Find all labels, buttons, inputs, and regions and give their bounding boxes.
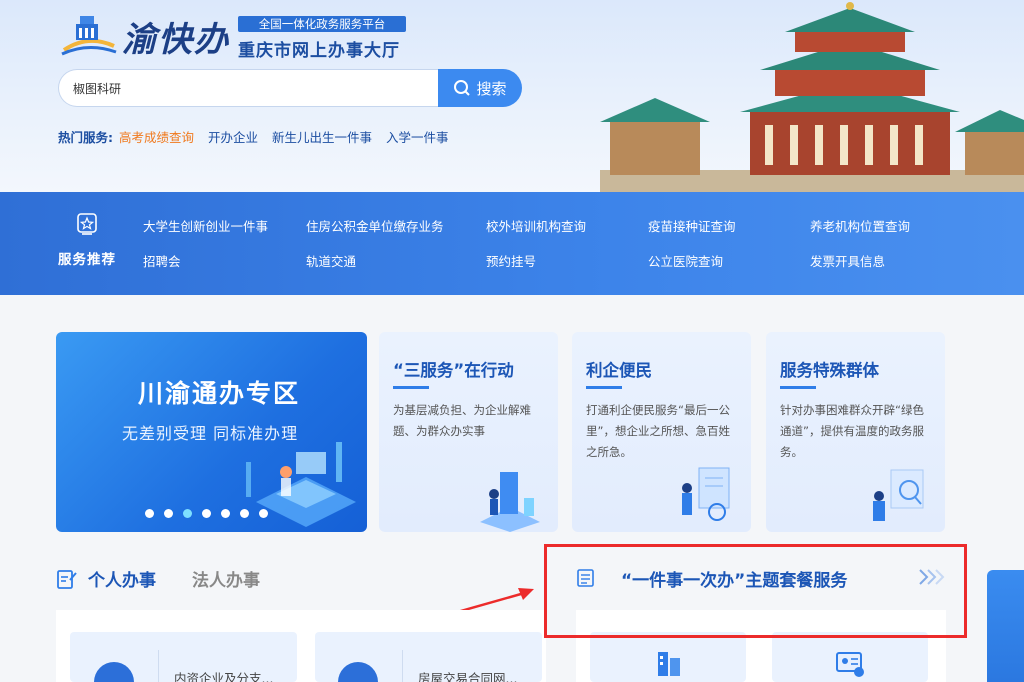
hot-service-link[interactable]: 开办企业	[208, 127, 258, 146]
card-description: 针对办事困难群众开辟“绿色通道”，提供有温度的政务服务。	[780, 403, 924, 459]
service-link[interactable]: 公立医院查询	[648, 251, 723, 270]
people-illustration	[480, 472, 540, 532]
carousel-dots	[145, 509, 268, 518]
logo-icon	[61, 16, 117, 56]
service-link[interactable]: 疫苗接种证查询	[648, 216, 736, 235]
carousel-dot[interactable]	[202, 509, 211, 518]
hot-services-label: 热门服务:	[58, 130, 113, 145]
star-badge-icon	[77, 213, 97, 235]
document-illustration	[682, 467, 730, 521]
hot-services: 热门服务: 高考成绩查询 开办企业 新生儿出生一件事 入学一件事	[58, 127, 449, 146]
service-recommend-band: 服务推荐 大学生创新创业一件事 住房公积金单位缴存业务 校外培训机构查询 疫苗接…	[0, 192, 1024, 295]
side-floating-tab[interactable]	[987, 570, 1024, 682]
carousel-dot[interactable]	[221, 509, 230, 518]
card-underline	[393, 386, 429, 389]
edit-doc-icon	[57, 569, 77, 589]
service-recommend-title: 服务推荐	[56, 212, 118, 268]
card-title: 利企便民	[586, 361, 652, 380]
search-button[interactable]: 搜索	[438, 69, 522, 107]
carousel-dot[interactable]	[259, 509, 268, 518]
service-item-label: 内资企业及分支...	[174, 671, 274, 682]
tab-legal-entity[interactable]: 法人办事	[192, 566, 260, 591]
card-underline	[586, 386, 622, 389]
service-link[interactable]: 招聘会	[143, 251, 181, 270]
hot-service-link[interactable]: 入学一件事	[386, 127, 449, 146]
service-link[interactable]: 住房公积金单位缴存业务	[306, 216, 444, 235]
chuanyu-carousel-banner[interactable]: 川渝通办专区 无差别受理 同标准办理	[56, 332, 367, 532]
building-icon	[658, 652, 680, 676]
service-link[interactable]: 大学生创新创业一件事	[143, 216, 268, 235]
platform-tagline: 全国一体化政务服务平台	[238, 16, 406, 32]
palace-illustration	[600, 2, 1024, 192]
service-link[interactable]: 养老机构位置查询	[810, 216, 910, 235]
tab-personal[interactable]: 个人办事	[88, 566, 156, 591]
carousel-dot[interactable]	[240, 509, 249, 518]
card-benefit-enterprise[interactable]: 利企便民 打通利企便民服务“最后一公里”，想企业之所想、急百姓之所急。	[572, 332, 751, 532]
highlight-box	[544, 544, 967, 638]
card-description: 打通利企便民服务“最后一公里”，想企业之所想、急百姓之所急。	[586, 403, 730, 459]
divider	[158, 650, 159, 682]
carousel-dot[interactable]	[164, 509, 173, 518]
brand-logo-text: 渝快办	[122, 20, 230, 60]
divider	[402, 650, 403, 682]
service-item-label: 房屋交易合同网...	[418, 671, 518, 682]
carousel-dot[interactable]	[183, 509, 192, 518]
site-header: 渝快办 全国一体化政务服务平台 重庆市网上办事大厅 搜索 热门服务: 高考成绩查…	[0, 0, 1024, 192]
service-link[interactable]: 发票开具信息	[810, 251, 885, 270]
service-link[interactable]: 轨道交通	[306, 251, 356, 270]
service-link[interactable]: 预约挂号	[486, 251, 536, 270]
service-tabs: 个人办事 法人办事	[56, 566, 260, 591]
card-description: 为基层减负担、为企业解难题、为群众办实事	[393, 403, 531, 438]
card-title: 服务特殊群体	[780, 361, 879, 380]
carousel-title: 川渝通办专区	[138, 379, 301, 408]
id-card-icon	[836, 652, 864, 677]
service-link[interactable]: 校外培训机构查询	[486, 216, 586, 235]
hot-service-link[interactable]: 高考成绩查询	[119, 127, 194, 146]
carousel-dot[interactable]	[145, 509, 154, 518]
card-special-groups[interactable]: 服务特殊群体 针对办事困难群众开辟“绿色通道”，提供有温度的政务服务。	[766, 332, 945, 532]
card-underline	[780, 386, 816, 389]
search-box	[58, 69, 438, 107]
site-subtitle: 重庆市网上办事大厅	[238, 41, 400, 61]
card-three-services[interactable]: “三服务”在行动 为基层减负担、为企业解难题、为群众办实事	[379, 332, 558, 532]
card-title: “三服务”在行动	[393, 361, 514, 380]
search-icon	[454, 80, 471, 96]
magnifier-illustration	[873, 469, 924, 521]
search-input[interactable]	[59, 70, 438, 106]
hot-service-link[interactable]: 新生儿出生一件事	[272, 127, 372, 146]
search-button-label: 搜索	[476, 79, 507, 98]
